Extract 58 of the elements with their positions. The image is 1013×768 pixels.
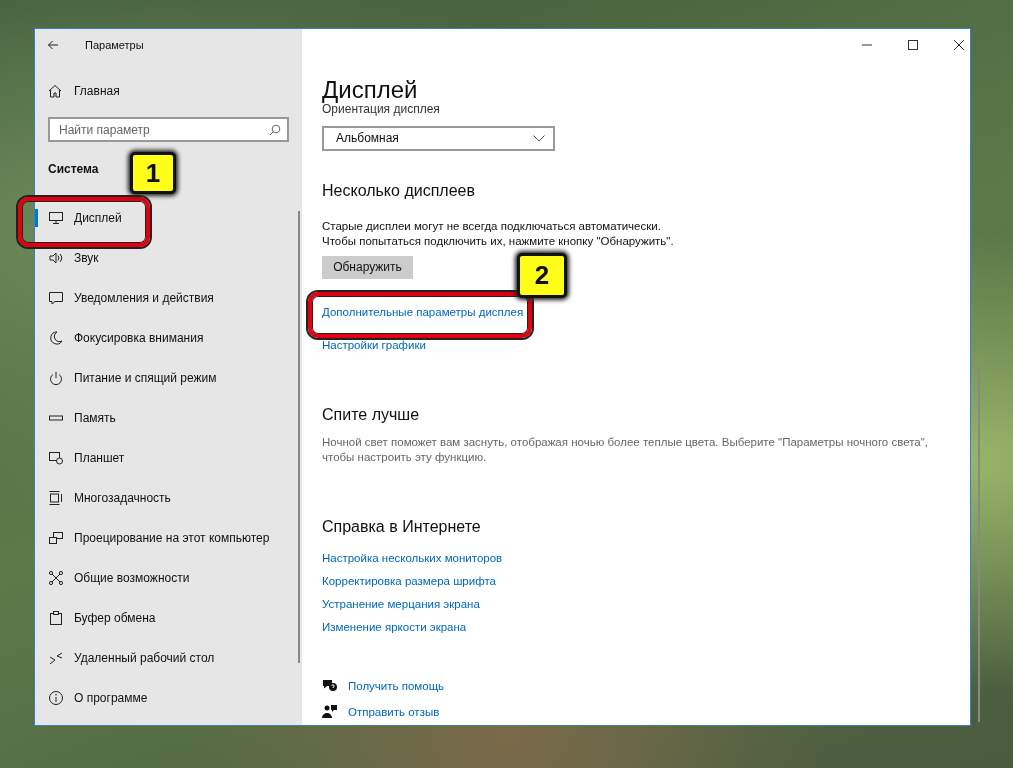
- multitask-icon: [48, 490, 64, 506]
- remote-desktop-icon: [48, 650, 64, 666]
- sidebar-item[interactable]: Питание и спящий режим: [35, 358, 302, 398]
- speaker-icon: [48, 250, 64, 266]
- help-chat-icon: [322, 678, 338, 694]
- description-text: Старые дисплеи могут не всегда подключаться автоматически.: [322, 218, 662, 234]
- sidebar-item[interactable]: Звук: [35, 238, 302, 278]
- house-icon: [48, 84, 62, 98]
- chevron-down-icon: [533, 134, 545, 142]
- sidebar-item[interactable]: Планшет: [35, 438, 302, 478]
- detect-button[interactable]: Обнаружить: [322, 255, 413, 279]
- link[interactable]: Настройка нескольких мониторов: [322, 551, 503, 566]
- section-heading: Спите лучше: [322, 405, 421, 425]
- home-link[interactable]: Главная: [35, 71, 302, 111]
- field-label: Ориентация дисплея: [322, 103, 441, 115]
- section-heading: Система: [47, 162, 100, 176]
- step-number-badge: 1: [130, 152, 176, 194]
- sidebar-item[interactable]: Фокусировка внимания: [35, 318, 302, 358]
- orientation-dropdown[interactable]: Альбомная: [322, 126, 555, 151]
- section-heading: Несколько дисплеев: [322, 180, 476, 201]
- tablet-icon: [48, 450, 64, 466]
- feedback-person-icon: [322, 704, 338, 720]
- projection-icon: [48, 530, 64, 546]
- page-title: Дисплей: [322, 75, 419, 105]
- search-field[interactable]: Найти параметр: [48, 117, 289, 142]
- link[interactable]: Получить помощь: [348, 678, 445, 694]
- clipboard-icon: [48, 610, 64, 626]
- sidebar-item[interactable]: Общие возможности: [35, 558, 302, 598]
- link[interactable]: Дополнительные параметры дисплея: [322, 305, 524, 320]
- scrollbar[interactable]: [978, 366, 980, 722]
- close-icon[interactable]: [954, 40, 964, 50]
- back-arrow-icon[interactable]: [47, 39, 59, 51]
- info-icon: [48, 690, 64, 706]
- window-title: Параметры: [85, 39, 144, 51]
- sidebar-item[interactable]: О программе: [35, 678, 302, 718]
- step-number-badge: 2: [517, 253, 567, 298]
- share-icon: [48, 570, 64, 586]
- moon-icon: [48, 330, 64, 346]
- section-heading: Справка в Интернете: [322, 517, 482, 537]
- link[interactable]: Изменение яркости экрана: [322, 620, 467, 635]
- sidebar-item[interactable]: Буфер обмена: [35, 598, 302, 638]
- sidebar-item[interactable]: Удаленный рабочий стол: [35, 638, 302, 678]
- maximize-icon[interactable]: [908, 40, 918, 50]
- link[interactable]: Настройки графики: [322, 338, 426, 353]
- link[interactable]: Корректировка размера шрифта: [322, 574, 496, 589]
- sidebar-item[interactable]: Уведомления и действия: [35, 278, 302, 318]
- description-text: Чтобы попытаться подключить их, нажмите кнопку "Обнаружить".: [322, 233, 675, 249]
- link[interactable]: Устранение мерцания экрана: [322, 597, 480, 612]
- description-text: Ночной свет поможет вам заснуть, отображая ночью более теплые цвета. Выберите "Параметры ночного света", чтобы настроить эту функцию.: [322, 435, 929, 465]
- power-icon: [48, 370, 64, 386]
- monitor-icon: [48, 210, 64, 226]
- sidebar-item[interactable]: Память: [35, 398, 302, 438]
- link[interactable]: Отправить отзыв: [348, 704, 440, 720]
- scrollbar[interactable]: [298, 211, 300, 663]
- sidebar-item[interactable]: Многозадачность: [35, 478, 302, 518]
- search-icon: [269, 123, 281, 136]
- speech-bubble-icon: [48, 290, 64, 306]
- sidebar-item[interactable]: Проецирование на этот компьютер: [35, 518, 302, 558]
